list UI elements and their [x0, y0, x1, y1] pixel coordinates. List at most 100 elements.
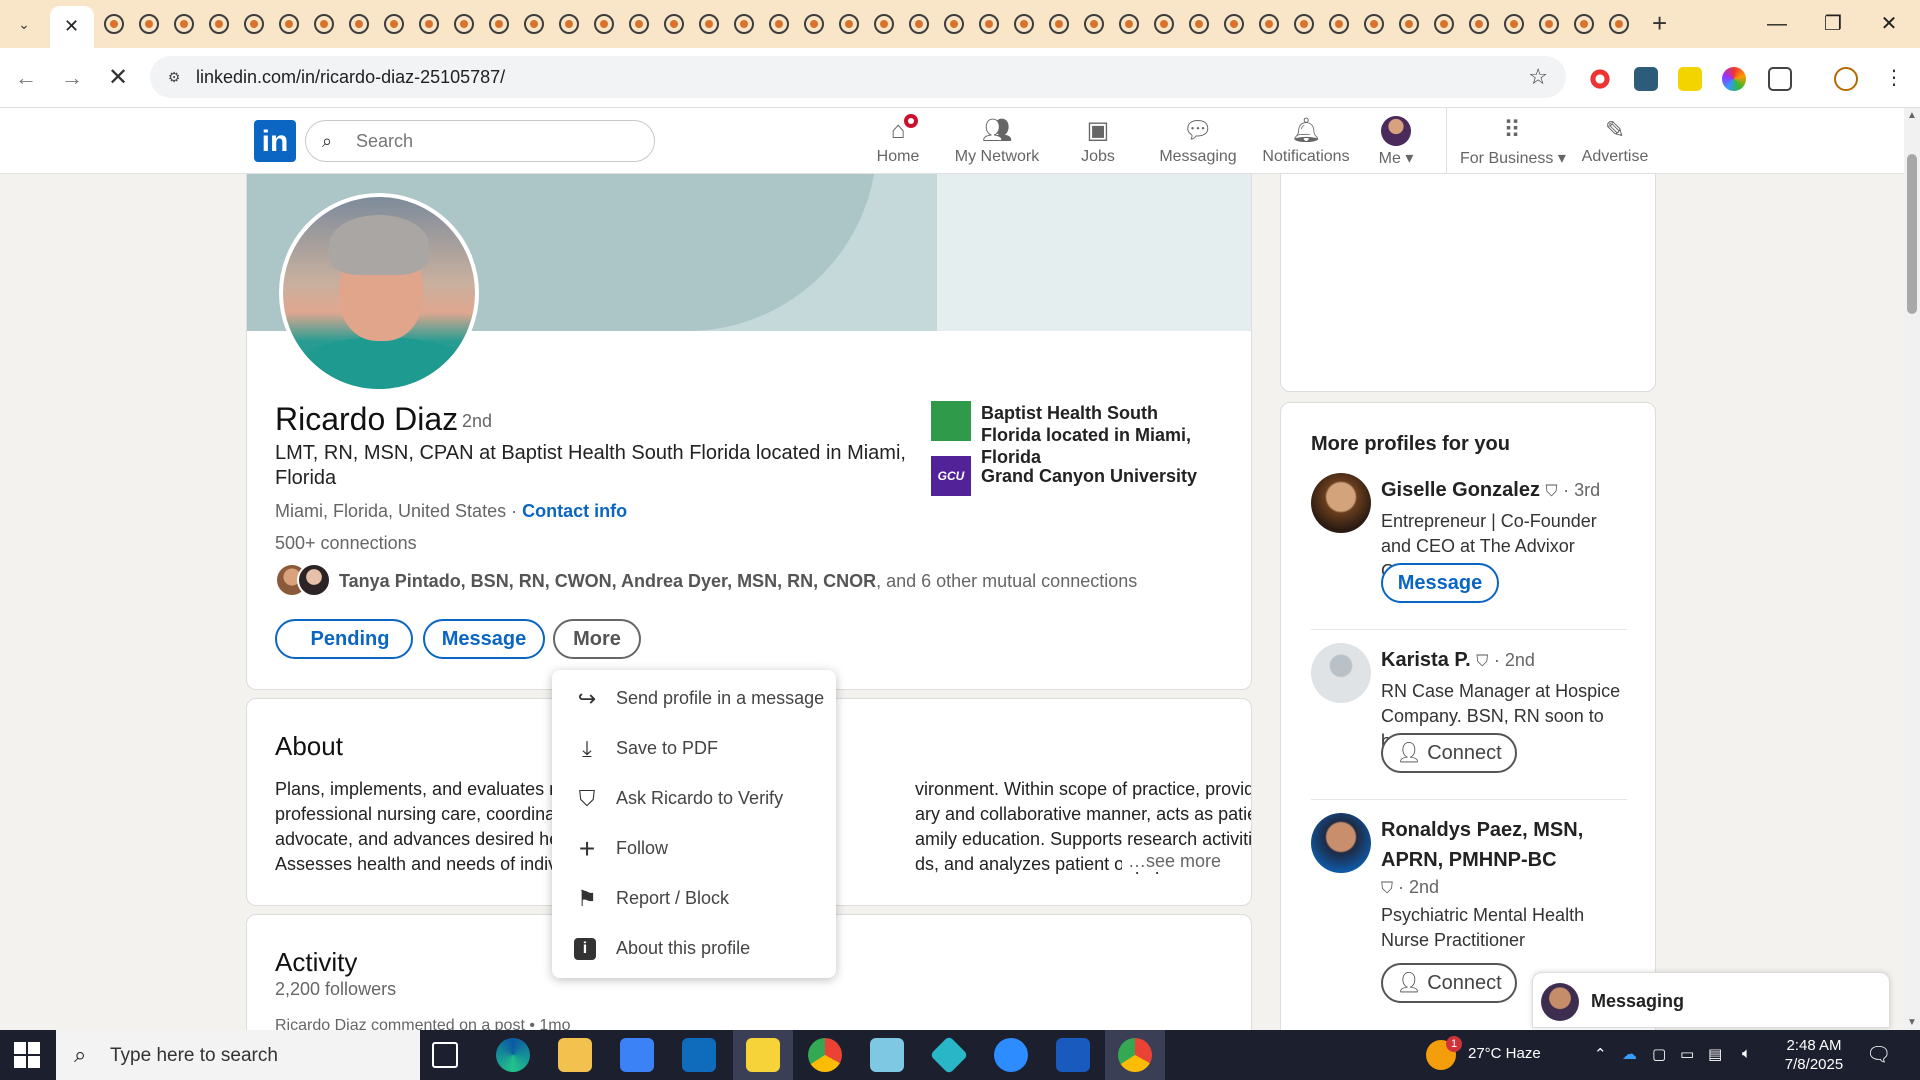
forward-arrow-icon[interactable]: →: [56, 62, 88, 94]
action-center-icon[interactable]: 🗨︎: [1866, 1042, 1891, 1067]
tab-favicon-icon[interactable]: [629, 14, 649, 34]
tab-favicon-icon[interactable]: [559, 14, 579, 34]
tab-favicon-icon[interactable]: [1014, 14, 1034, 34]
menu-item-save-pdf[interactable]: ⤓ Save to PDF: [552, 724, 836, 774]
onedrive-icon[interactable]: ☁: [1622, 1045, 1637, 1063]
tab-favicon-icon[interactable]: [1119, 14, 1139, 34]
menu-item-about-profile[interactable]: i About this profile: [552, 924, 836, 974]
tab-favicon-icon[interactable]: [699, 14, 719, 34]
task-view-icon[interactable]: [432, 1042, 458, 1068]
tab-favicon-icon[interactable]: [1224, 14, 1244, 34]
tab-favicon-icon[interactable]: [384, 14, 404, 34]
tab-favicon-icon[interactable]: [1469, 14, 1489, 34]
tab-favicon-icon[interactable]: [804, 14, 824, 34]
person-name[interactable]: Giselle Gonzalez: [1381, 479, 1540, 501]
tab-favicon-icon[interactable]: [664, 14, 684, 34]
windows-start-icon[interactable]: [14, 1042, 40, 1068]
menu-item-send-profile[interactable]: ↪ Send profile in a message: [552, 674, 836, 724]
nav-messaging[interactable]: 💬︎ Messaging: [1158, 116, 1238, 172]
messaging-overlay[interactable]: Messaging: [1532, 972, 1890, 1028]
nav-advertise[interactable]: ✎ Advertise: [1580, 116, 1650, 172]
back-arrow-icon[interactable]: ←: [10, 62, 42, 94]
scroll-down-icon[interactable]: ▼: [1907, 1017, 1917, 1028]
tab-favicon-icon[interactable]: [1329, 14, 1349, 34]
nav-notifications[interactable]: 🔔︎ Notifications: [1254, 116, 1358, 172]
tab-search-icon[interactable]: ⌄: [10, 12, 38, 36]
store-icon[interactable]: [620, 1038, 654, 1072]
sticky-notes-icon[interactable]: [746, 1038, 780, 1072]
tab-favicon-icon[interactable]: [314, 14, 334, 34]
taskbar-clock[interactable]: 2:48 AM 7/8/2025: [1774, 1036, 1854, 1074]
tab-favicon-icon[interactable]: [174, 14, 194, 34]
person-name[interactable]: Ronaldys Paez, MSN, APRN, PMHNP-BC: [1381, 819, 1583, 871]
restore-button[interactable]: ❐: [1810, 6, 1856, 42]
scrollbar-thumb[interactable]: [1907, 154, 1917, 314]
tray-app-icon[interactable]: ▢: [1652, 1045, 1666, 1063]
profile-photo[interactable]: [279, 193, 479, 393]
tab-favicon-icon[interactable]: [1399, 14, 1419, 34]
active-tab[interactable]: ✕: [50, 6, 94, 48]
tray-chevron-icon[interactable]: ⌃: [1594, 1045, 1607, 1063]
tab-favicon-icon[interactable]: [139, 14, 159, 34]
tab-favicon-icon[interactable]: [1049, 14, 1069, 34]
volume-icon[interactable]: 🔈︎: [1742, 1045, 1751, 1062]
tab-favicon-icon[interactable]: [1434, 14, 1454, 34]
nav-me[interactable]: Me ▾: [1370, 116, 1422, 172]
tab-favicon-icon[interactable]: [349, 14, 369, 34]
nav-home[interactable]: ⌂ Home: [870, 112, 926, 172]
search-input[interactable]: [356, 129, 636, 153]
search-box[interactable]: ⌕: [305, 120, 655, 162]
linkedin-logo-icon[interactable]: in: [254, 120, 296, 162]
mail-icon[interactable]: [682, 1038, 716, 1072]
extension-color-icon[interactable]: [1722, 67, 1746, 91]
tab-favicon-icon[interactable]: [454, 14, 474, 34]
tab-favicon-icon[interactable]: [734, 14, 754, 34]
minimize-button[interactable]: —: [1754, 6, 1800, 42]
tab-favicon-icon[interactable]: [1504, 14, 1524, 34]
tab-favicon-icon[interactable]: [279, 14, 299, 34]
tab-favicon-icon[interactable]: [244, 14, 264, 34]
tab-favicon-icon[interactable]: [1189, 14, 1209, 34]
more-button[interactable]: More: [553, 619, 641, 659]
tab-favicon-icon[interactable]: [419, 14, 439, 34]
extension-star-icon[interactable]: [1678, 67, 1702, 91]
chrome-menu-icon[interactable]: ⋮: [1878, 62, 1910, 94]
nav-for-business[interactable]: ⠿ For Business ▾: [1460, 116, 1566, 172]
app-icon[interactable]: [870, 1038, 904, 1072]
avatar[interactable]: [1311, 473, 1371, 533]
close-window-button[interactable]: ✕: [1866, 6, 1912, 42]
tab-favicon-icon[interactable]: [1084, 14, 1104, 34]
network-icon[interactable]: ▤: [1708, 1045, 1722, 1063]
battery-icon[interactable]: ▭: [1680, 1045, 1694, 1063]
tab-favicon-icon[interactable]: [1294, 14, 1314, 34]
site-info-icon[interactable]: ⚙: [164, 67, 184, 87]
message-button[interactable]: Message: [1381, 563, 1499, 603]
zoom-icon[interactable]: [994, 1038, 1028, 1072]
tab-favicon-icon[interactable]: [1154, 14, 1174, 34]
tab-favicon-icon[interactable]: [979, 14, 999, 34]
tab-favicon-icon[interactable]: [1539, 14, 1559, 34]
tab-favicon-icon[interactable]: [524, 14, 544, 34]
new-tab-button[interactable]: +: [1652, 8, 1667, 38]
menu-item-ask-verify[interactable]: ⛉ Ask Ricardo to Verify: [552, 774, 836, 824]
address-bar[interactable]: ⚙ linkedin.com/in/ricardo-diaz-25105787/…: [150, 56, 1566, 98]
see-more-link[interactable]: …see more: [1121, 851, 1221, 872]
tab-favicon-icon[interactable]: [1364, 14, 1384, 34]
bookmark-star-icon[interactable]: ☆: [1528, 64, 1548, 90]
connect-button[interactable]: 👤︎ Connect: [1381, 963, 1517, 1003]
tab-favicon-icon[interactable]: [104, 14, 124, 34]
taskbar-search[interactable]: ⌕ Type here to search: [56, 1030, 420, 1080]
tab-favicon-icon[interactable]: [909, 14, 929, 34]
person-name[interactable]: Karista P.: [1381, 649, 1471, 671]
tab-favicon-icon[interactable]: [594, 14, 614, 34]
avatar[interactable]: [1311, 813, 1371, 873]
tab-favicon-icon[interactable]: [769, 14, 789, 34]
tab-favicon-icon[interactable]: [1609, 14, 1629, 34]
nav-jobs[interactable]: ▣ Jobs: [1074, 116, 1122, 172]
extension-pokeball-icon[interactable]: [1588, 67, 1612, 91]
chrome-active-icon[interactable]: [1118, 1038, 1152, 1072]
tab-favicon-icon[interactable]: [1574, 14, 1594, 34]
avatar-placeholder[interactable]: [1311, 643, 1371, 703]
url-text[interactable]: linkedin.com/in/ricardo-diaz-25105787/: [196, 67, 505, 88]
extension-wallet-icon[interactable]: [1634, 67, 1658, 91]
